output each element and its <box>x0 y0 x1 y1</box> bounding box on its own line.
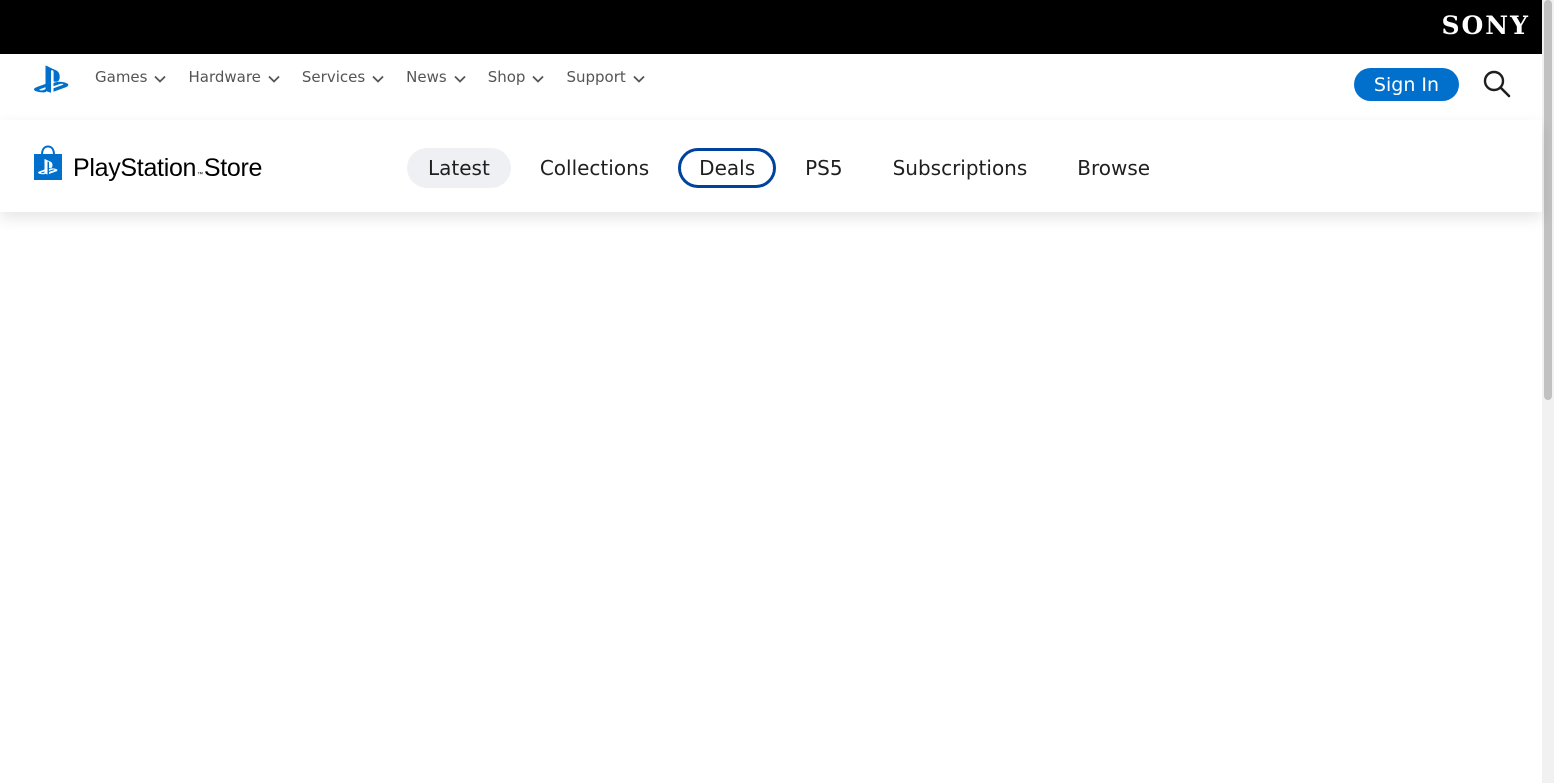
nav-item-support[interactable]: Support <box>566 68 645 86</box>
global-nav-menu: Games Hardware Services News Shop Suppor… <box>95 68 667 86</box>
store-title-store: Store <box>203 154 263 182</box>
scrollbar-thumb[interactable] <box>1544 0 1552 400</box>
tab-deals[interactable]: Deals <box>678 148 777 188</box>
main-content <box>0 212 1542 783</box>
nav-item-label: Services <box>301 68 366 86</box>
store-title[interactable]: PlayStation™Store <box>73 154 262 183</box>
page: SONY Games Hardware Services News Shop S… <box>0 0 1554 783</box>
store-bag-icon[interactable] <box>33 145 63 183</box>
nav-item-label: Hardware <box>188 68 261 86</box>
tab-browse[interactable]: Browse <box>1056 148 1171 188</box>
nav-item-label: Games <box>95 68 148 86</box>
store-title-playstation: PlayStation <box>73 154 197 182</box>
nav-item-label: News <box>406 68 447 86</box>
nav-item-shop[interactable]: Shop <box>488 68 545 86</box>
sign-in-button[interactable]: Sign In <box>1354 68 1459 101</box>
global-nav: Games Hardware Services News Shop Suppor… <box>0 54 1542 120</box>
nav-item-label: Support <box>566 68 626 86</box>
chevron-down-icon <box>633 75 645 83</box>
tab-collections[interactable]: Collections <box>519 148 670 188</box>
playstation-logo-icon[interactable] <box>30 64 72 96</box>
nav-item-services[interactable]: Services <box>302 68 384 86</box>
search-icon[interactable] <box>1481 68 1513 100</box>
nav-item-hardware[interactable]: Hardware <box>188 68 280 86</box>
sony-bar: SONY <box>0 0 1542 54</box>
sony-logo[interactable]: SONY <box>1441 11 1530 40</box>
chevron-down-icon <box>532 75 545 83</box>
chevron-down-icon <box>154 75 167 83</box>
chevron-down-icon <box>454 75 466 83</box>
nav-item-games[interactable]: Games <box>95 68 167 86</box>
chevron-down-icon <box>372 75 384 83</box>
nav-item-news[interactable]: News <box>406 68 466 86</box>
store-tabs: Latest Collections Deals PS5 Subscriptio… <box>407 148 1179 188</box>
page-scrollbar[interactable] <box>1542 0 1554 783</box>
tab-subscriptions[interactable]: Subscriptions <box>872 148 1049 188</box>
nav-item-label: Shop <box>487 68 526 86</box>
chevron-down-icon <box>268 75 280 83</box>
tab-ps5[interactable]: PS5 <box>784 148 863 188</box>
store-nav: PlayStation™Store Latest Collections Dea… <box>0 120 1542 212</box>
tab-latest[interactable]: Latest <box>407 148 511 188</box>
